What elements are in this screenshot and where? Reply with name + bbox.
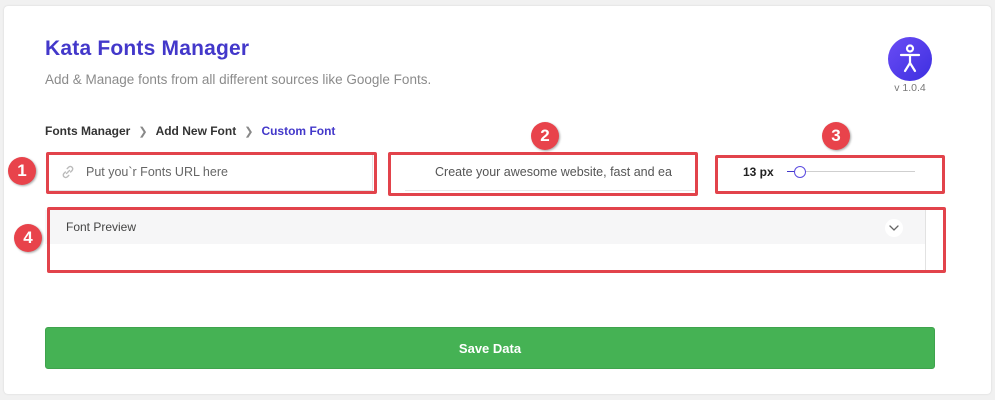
annotation-badge-1: 1 (8, 157, 36, 185)
slider-thumb[interactable] (793, 166, 806, 178)
annotation-badge-3: 3 (822, 122, 850, 150)
breadcrumb-item-fonts-manager[interactable]: Fonts Manager (45, 124, 130, 138)
annotation-badge-2: 2 (531, 122, 559, 150)
font-url-field (47, 153, 373, 191)
chevron-down-icon[interactable] (885, 219, 903, 237)
breadcrumb: Fonts Manager ❯ Add New Font ❯ Custom Fo… (45, 124, 335, 138)
font-preview-header[interactable]: Font Preview (45, 210, 925, 244)
save-data-button[interactable]: Save Data (45, 327, 935, 369)
preview-text-input[interactable] (433, 164, 695, 180)
chevron-right-icon: ❯ (244, 125, 254, 138)
breadcrumb-item-add-new-font[interactable]: Add New Font (156, 124, 237, 138)
preview-text-field (405, 153, 695, 191)
slider-track (787, 171, 915, 172)
page-title: Kata Fonts Manager (45, 37, 250, 60)
page-subtitle: Add & Manage fonts from all different so… (45, 72, 432, 87)
breadcrumb-item-custom-font: Custom Font (261, 124, 336, 138)
annotation-badge-4: 4 (14, 224, 42, 252)
font-size-value: 13 px (743, 165, 774, 179)
font-size-control: 13 px (716, 156, 946, 188)
font-size-slider[interactable] (787, 165, 915, 179)
font-preview-label: Font Preview (66, 220, 137, 234)
accessibility-figure-icon (888, 37, 932, 81)
version-label: v 1.0.4 (894, 82, 926, 94)
chevron-right-icon: ❯ (138, 125, 148, 138)
link-icon (62, 165, 74, 179)
font-preview-panel: Font Preview (45, 210, 926, 272)
font-url-input[interactable] (84, 164, 372, 180)
